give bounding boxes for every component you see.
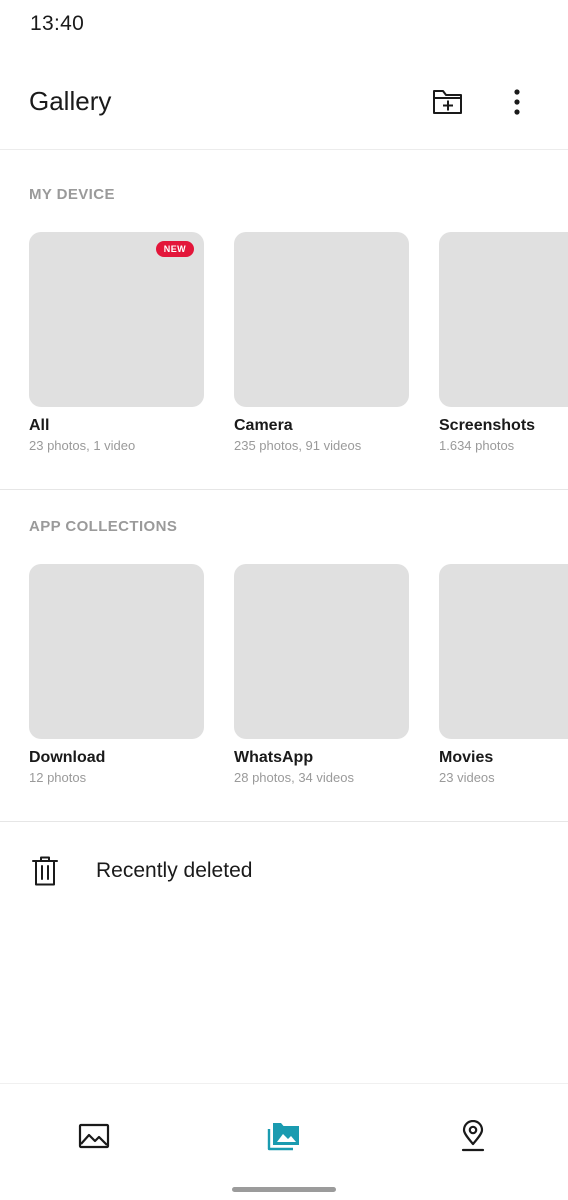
album-all[interactable]: NEW All 23 photos, 1 video (29, 232, 204, 453)
album-camera[interactable]: Camera 235 photos, 91 videos (234, 232, 409, 453)
album-count: 28 photos, 34 videos (234, 770, 354, 785)
album-name: Screenshots (439, 417, 536, 434)
recently-deleted-label: Recently deleted (96, 859, 253, 882)
status-time: 13:40 (30, 12, 85, 35)
album-name: Camera (234, 417, 293, 434)
album-count: 12 photos (29, 770, 87, 785)
album-count: 23 videos (439, 770, 495, 785)
album-download[interactable]: Download 12 photos (29, 564, 204, 785)
bottom-navigation (0, 1083, 568, 1200)
map-pin-icon (461, 1120, 485, 1152)
new-folder-button[interactable] (424, 78, 472, 126)
status-bar: 13:40 (0, 0, 568, 50)
nav-photos[interactable] (70, 1112, 118, 1160)
album-thumbnail (234, 564, 409, 739)
album-row: Download 12 photos WhatsApp 28 photos, 3… (29, 564, 568, 785)
album-count: 1.634 photos (439, 438, 515, 453)
album-thumbnail (234, 232, 409, 407)
trash-icon (32, 856, 58, 886)
album-name: Movies (439, 749, 494, 766)
more-vertical-icon (514, 89, 520, 115)
album-thumbnail: NEW (29, 232, 204, 407)
more-options-button[interactable] (493, 78, 541, 126)
new-badge: NEW (155, 241, 194, 257)
album-count: 235 photos, 91 videos (234, 438, 362, 453)
app-bar: Gallery (0, 60, 568, 150)
nav-collections[interactable] (260, 1112, 308, 1160)
home-indicator[interactable] (232, 1187, 336, 1192)
album-count: 23 photos, 1 video (29, 438, 136, 453)
recently-deleted-item[interactable]: Recently deleted (0, 823, 568, 921)
page-title: Gallery (29, 86, 112, 116)
section-header-my-device: MY DEVICE (29, 186, 115, 203)
album-name: WhatsApp (234, 749, 314, 766)
album-thumbnail (29, 564, 204, 739)
my-device-section: MY DEVICE NEW All 23 photos, 1 video Cam… (0, 151, 568, 490)
section-header-app-collections: APP COLLECTIONS (29, 518, 178, 535)
album-name: All (29, 417, 50, 434)
album-whatsapp[interactable]: WhatsApp 28 photos, 34 videos (234, 564, 409, 785)
image-icon (78, 1123, 110, 1149)
album-movies[interactable]: Movies 23 videos (439, 564, 568, 785)
album-name: Download (29, 749, 106, 766)
nav-places[interactable] (449, 1112, 497, 1160)
folder-plus-icon (433, 90, 462, 114)
app-collections-section: APP COLLECTIONS Download 12 photos Whats… (0, 491, 568, 822)
album-thumbnail (439, 564, 568, 739)
album-thumbnail (439, 232, 568, 407)
collections-icon (267, 1123, 299, 1151)
album-screenshots[interactable]: Screenshots 1.634 photos (439, 232, 568, 453)
album-row: NEW All 23 photos, 1 video Camera 235 ph… (29, 232, 568, 453)
